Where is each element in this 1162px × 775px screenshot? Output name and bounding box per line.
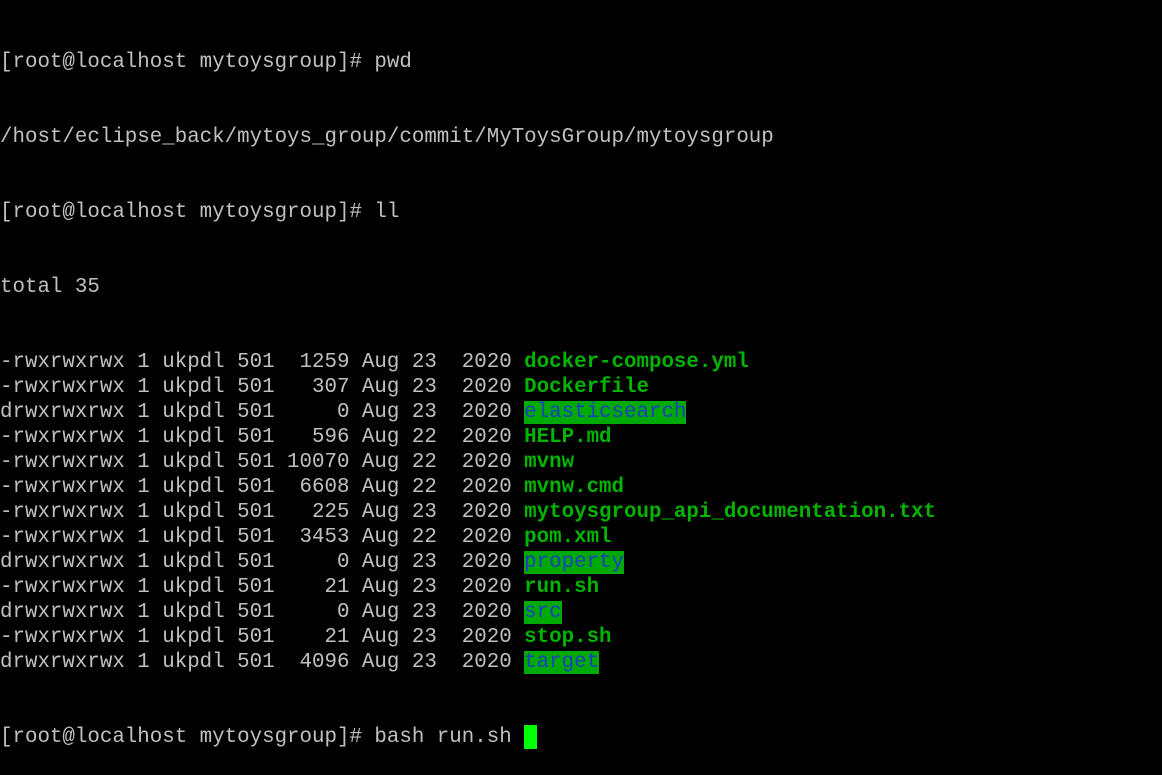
terminal-line-current-input[interactable]: [root@localhost mytoysgroup]# bash run.s… xyxy=(0,725,1162,750)
terminal-line-total: total 35 xyxy=(0,275,1162,300)
command-text: ll xyxy=(374,201,400,224)
terminal-window[interactable]: [root@localhost mytoysgroup]# pwd /host/… xyxy=(0,0,1162,749)
current-input-text[interactable]: bash run.sh xyxy=(374,726,524,749)
listing-row-meta: drwxrwxrwx 1 ukpdl 501 0 Aug 23 2020 xyxy=(0,401,525,424)
listing-dir-name: elasticsearch xyxy=(524,401,687,424)
shell-prompt: [root@localhost mytoysgroup]# xyxy=(0,726,375,749)
command-text: pwd xyxy=(374,51,412,74)
listing-dir-name: target xyxy=(524,651,600,674)
listing-row: -rwxrwxrwx 1 ukpdl 501 307 Aug 23 2020 D… xyxy=(0,375,1162,400)
listing-row-meta: drwxrwxrwx 1 ukpdl 501 4096 Aug 23 2020 xyxy=(0,651,525,674)
listing-row-meta: -rwxrwxrwx 1 ukpdl 501 3453 Aug 22 2020 xyxy=(0,526,525,549)
shell-prompt: [root@localhost mytoysgroup]# xyxy=(0,51,375,74)
listing-row: drwxrwxrwx 1 ukpdl 501 0 Aug 23 2020 ela… xyxy=(0,400,1162,425)
listing-row-meta: drwxrwxrwx 1 ukpdl 501 0 Aug 23 2020 xyxy=(0,551,525,574)
listing-row-meta: -rwxrwxrwx 1 ukpdl 501 307 Aug 23 2020 xyxy=(0,376,525,399)
terminal-line-pwd-output: /host/eclipse_back/mytoys_group/commit/M… xyxy=(0,125,1162,150)
listing-file-name: Dockerfile xyxy=(524,376,649,399)
listing-file-name: HELP.md xyxy=(524,426,612,449)
listing-row: drwxrwxrwx 1 ukpdl 501 0 Aug 23 2020 src xyxy=(0,600,1162,625)
listing-row: -rwxrwxrwx 1 ukpdl 501 1259 Aug 23 2020 … xyxy=(0,350,1162,375)
listing-file-name: docker-compose.yml xyxy=(524,351,749,374)
listing-row-meta: -rwxrwxrwx 1 ukpdl 501 225 Aug 23 2020 xyxy=(0,501,525,524)
listing-row-meta: drwxrwxrwx 1 ukpdl 501 0 Aug 23 2020 xyxy=(0,601,525,624)
listing-row: drwxrwxrwx 1 ukpdl 501 0 Aug 23 2020 pro… xyxy=(0,550,1162,575)
directory-listing: -rwxrwxrwx 1 ukpdl 501 1259 Aug 23 2020 … xyxy=(0,350,1162,675)
listing-row: -rwxrwxrwx 1 ukpdl 501 3453 Aug 22 2020 … xyxy=(0,525,1162,550)
listing-row-meta: -rwxrwxrwx 1 ukpdl 501 21 Aug 23 2020 xyxy=(0,626,525,649)
listing-file-name: mytoysgroup_api_documentation.txt xyxy=(524,501,937,524)
listing-file-name: run.sh xyxy=(524,576,600,599)
listing-row-meta: -rwxrwxrwx 1 ukpdl 501 596 Aug 22 2020 xyxy=(0,426,525,449)
listing-row-meta: -rwxrwxrwx 1 ukpdl 501 21 Aug 23 2020 xyxy=(0,576,525,599)
pwd-output: /host/eclipse_back/mytoys_group/commit/M… xyxy=(0,126,774,149)
listing-row: -rwxrwxrwx 1 ukpdl 501 21 Aug 23 2020 ru… xyxy=(0,575,1162,600)
listing-file-name: stop.sh xyxy=(524,626,612,649)
listing-dir-name: property xyxy=(524,551,625,574)
listing-total: total 35 xyxy=(0,276,100,299)
listing-row: -rwxrwxrwx 1 ukpdl 501 6608 Aug 22 2020 … xyxy=(0,475,1162,500)
listing-row: -rwxrwxrwx 1 ukpdl 501 21 Aug 23 2020 st… xyxy=(0,625,1162,650)
listing-row: -rwxrwxrwx 1 ukpdl 501 225 Aug 23 2020 m… xyxy=(0,500,1162,525)
listing-row-meta: -rwxrwxrwx 1 ukpdl 501 10070 Aug 22 2020 xyxy=(0,451,525,474)
listing-dir-name: src xyxy=(524,601,562,624)
shell-prompt: [root@localhost mytoysgroup]# xyxy=(0,201,375,224)
text-cursor xyxy=(524,725,538,749)
listing-row: drwxrwxrwx 1 ukpdl 501 4096 Aug 23 2020 … xyxy=(0,650,1162,675)
listing-file-name: pom.xml xyxy=(524,526,612,549)
terminal-line-pwd-command: [root@localhost mytoysgroup]# pwd xyxy=(0,50,1162,75)
listing-row-meta: -rwxrwxrwx 1 ukpdl 501 1259 Aug 23 2020 xyxy=(0,351,525,374)
terminal-line-ll-command: [root@localhost mytoysgroup]# ll xyxy=(0,200,1162,225)
listing-row: -rwxrwxrwx 1 ukpdl 501 10070 Aug 22 2020… xyxy=(0,450,1162,475)
listing-file-name: mvnw xyxy=(524,451,575,474)
listing-row: -rwxrwxrwx 1 ukpdl 501 596 Aug 22 2020 H… xyxy=(0,425,1162,450)
